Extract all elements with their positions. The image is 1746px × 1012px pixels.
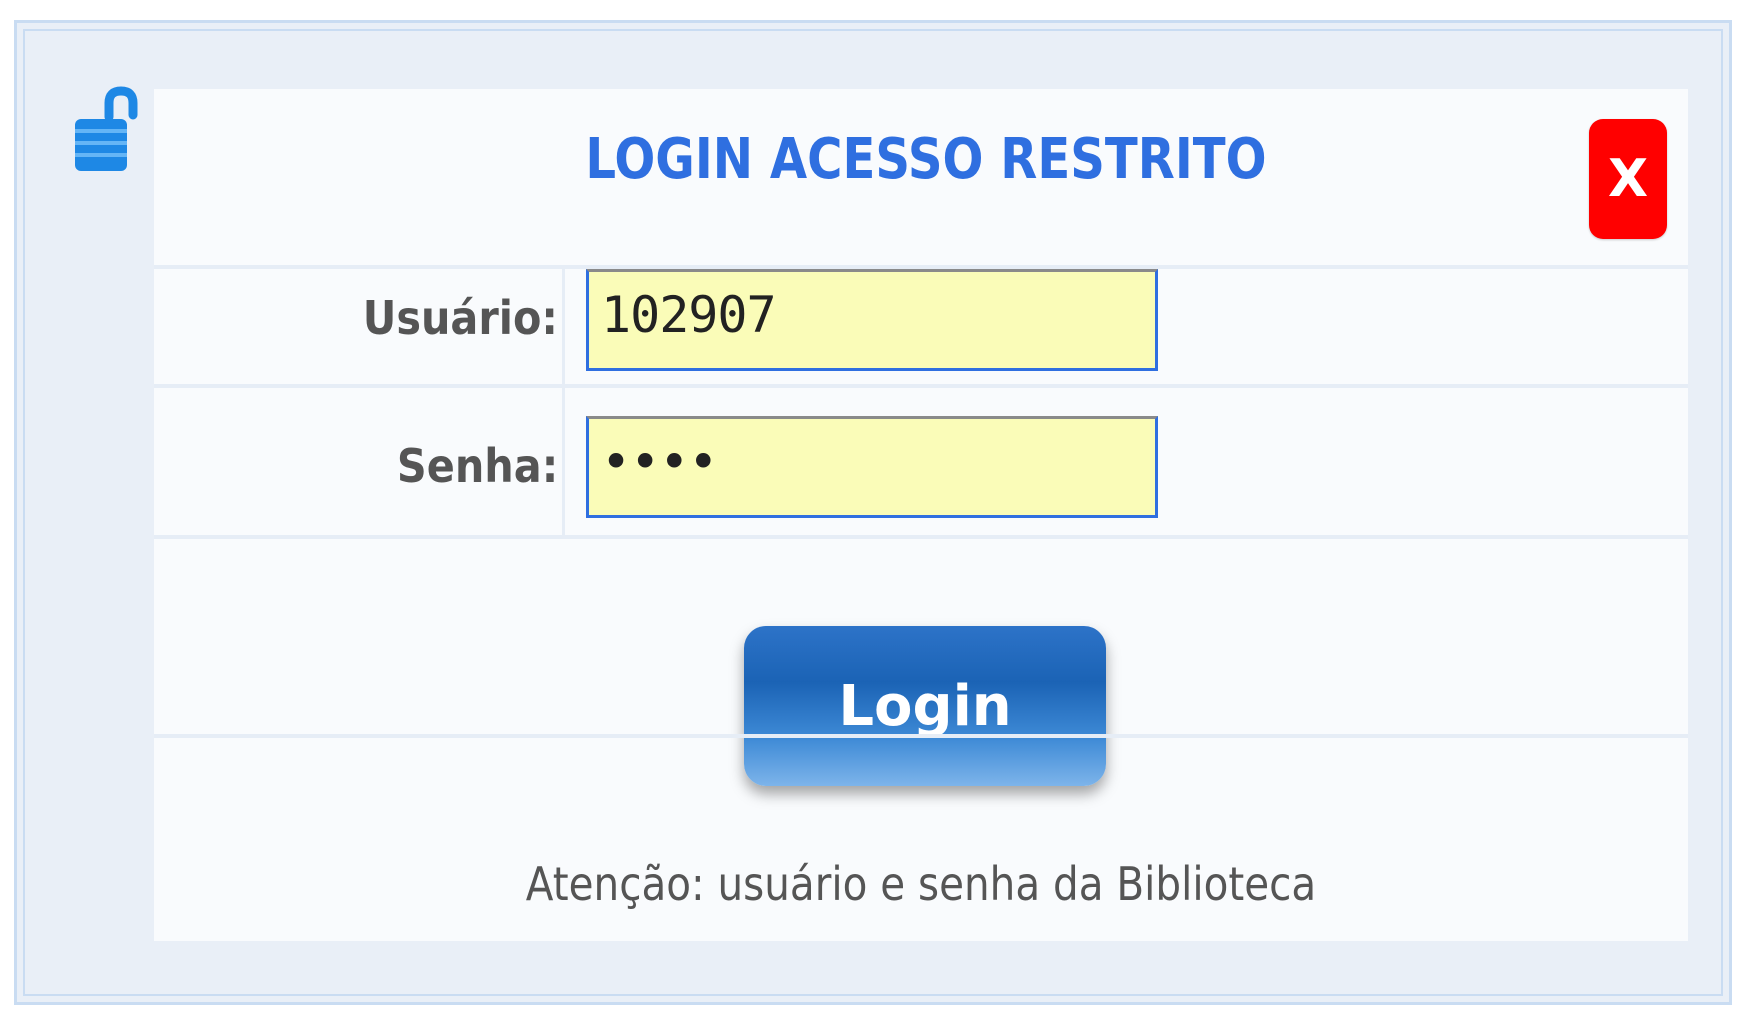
username-label: Usuário: bbox=[362, 291, 558, 345]
divider bbox=[154, 535, 1688, 539]
column-divider bbox=[562, 269, 565, 535]
notice-text: Atenção: usuário e senha da Biblioteca bbox=[525, 857, 1317, 911]
login-panel: LOGIN ACESSO RESTRITO X Usuário: 102907 … bbox=[154, 89, 1688, 941]
login-button[interactable]: Login bbox=[744, 626, 1106, 786]
divider bbox=[154, 734, 1688, 738]
unlocked-padlock-icon bbox=[75, 86, 138, 171]
divider bbox=[154, 384, 1688, 388]
password-label: Senha: bbox=[396, 439, 558, 493]
password-input[interactable]: •••• bbox=[586, 416, 1158, 518]
dialog-title: LOGIN ACESSO RESTRITO bbox=[585, 127, 1267, 192]
username-input[interactable]: 102907 bbox=[586, 269, 1158, 371]
close-button[interactable]: X bbox=[1589, 119, 1667, 239]
